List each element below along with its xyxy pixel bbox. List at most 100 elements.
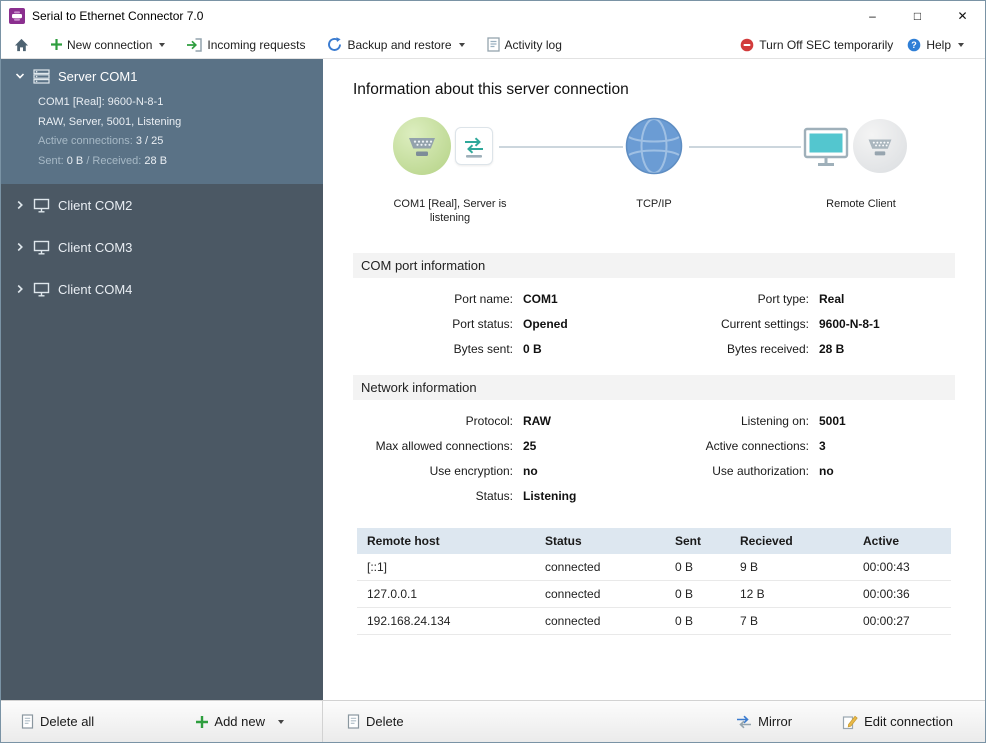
table-row[interactable]: 192.168.24.134 connected 0 B 7 B 00:00:2…: [357, 607, 951, 635]
help-button[interactable]: ? Help: [904, 35, 967, 55]
activity-log-button[interactable]: Activity log: [484, 34, 565, 55]
app-window: Serial to Ethernet Connector 7.0 – □ ✕ N…: [0, 0, 986, 743]
incoming-requests-label: Incoming requests: [207, 37, 306, 52]
page-title: Information about this server connection: [353, 81, 629, 98]
chevron-down-icon: [278, 719, 284, 724]
field-value: Opened: [523, 316, 568, 331]
connection-diagram: COM1 [Real], Server is listening TCP/IP …: [353, 109, 955, 239]
server-com1-details: COM1 [Real]: 9600-N-8-1 RAW, Server, 500…: [1, 93, 323, 171]
minimize-button[interactable]: –: [850, 1, 895, 31]
field-label: Port type:: [757, 291, 809, 306]
server-com1-header[interactable]: Server COM1: [1, 59, 323, 93]
server-icon: [33, 68, 50, 84]
server-detail-connections: Active connections: 3 / 25: [38, 135, 164, 147]
field-label: Status:: [475, 488, 513, 503]
help-label: Help: [926, 37, 951, 52]
server-detail-traffic: Sent: 0 B / Received: 28 B: [38, 154, 168, 167]
diagram-label-server: COM1 [Real], Server is listening: [393, 198, 507, 224]
plus-icon: [51, 39, 62, 50]
field-value: no: [819, 463, 834, 478]
add-new-label: Add new: [214, 714, 265, 729]
field-value: 9600-N-8-1: [819, 316, 880, 331]
cell-status: connected: [535, 580, 665, 608]
field-value: RAW: [523, 413, 551, 428]
diagram-label-client: Remote Client: [826, 198, 896, 210]
cell-remote-host: 127.0.0.1: [357, 580, 535, 608]
field-label: Protocol:: [465, 413, 513, 428]
sidebar-item-client-com2[interactable]: Client COM2: [1, 184, 323, 226]
delete-all-label: Delete all: [40, 714, 95, 729]
window-title: Serial to Ethernet Connector 7.0: [32, 9, 204, 23]
server-com1-label: Server COM1: [58, 68, 138, 84]
server-detail-mode: RAW, Server, 5001, Listening: [38, 115, 182, 128]
cell-sent: 0 B: [665, 554, 730, 581]
main-footer: Delete Mirror Edit connection: [323, 700, 985, 742]
table-row[interactable]: 127.0.0.1 connected 0 B 12 B 00:00:36: [357, 580, 951, 608]
chevron-right-icon: [15, 242, 25, 252]
field-label: Use authorization:: [712, 463, 809, 478]
delete-document-icon: [347, 714, 360, 729]
new-connection-label: New connection: [67, 37, 153, 52]
table-row[interactable]: [::1] connected 0 B 9 B 00:00:43: [357, 554, 951, 581]
sidebar-item-client-com4[interactable]: Client COM4: [1, 268, 323, 310]
incoming-requests-button[interactable]: Incoming requests: [184, 35, 308, 55]
app-body: Server COM1 COM1 [Real]: 9600-N-8-1 RAW,…: [1, 59, 985, 742]
remote-connections-table: Remote host Status Sent Recieved Active …: [357, 528, 951, 635]
chevron-right-icon: [15, 284, 25, 294]
mirror-button[interactable]: Mirror: [730, 710, 798, 734]
column-header-sent: Sent: [665, 528, 730, 554]
main-footer-right: Mirror Edit connection: [730, 710, 959, 734]
cell-sent: 0 B: [665, 580, 730, 608]
column-header-active: Active: [853, 528, 951, 554]
home-button[interactable]: [11, 35, 32, 55]
backup-restore-label: Backup and restore: [347, 37, 452, 52]
plus-icon: [196, 715, 209, 728]
delete-all-button[interactable]: Delete all: [15, 710, 100, 733]
main-panel: Information about this server connection: [323, 59, 985, 742]
close-button[interactable]: ✕: [940, 1, 985, 31]
edit-connection-button[interactable]: Edit connection: [836, 710, 959, 734]
delete-label: Delete: [366, 714, 404, 729]
cell-received: 9 B: [730, 554, 853, 581]
backup-restore-icon: [327, 37, 342, 52]
toolbar: New connection Incoming requests Backup …: [1, 31, 985, 59]
client-com4-label: Client COM4: [58, 281, 133, 297]
sidebar-item-server-com1[interactable]: Server COM1 COM1 [Real]: 9600-N-8-1 RAW,…: [1, 59, 323, 184]
backup-restore-button[interactable]: Backup and restore: [324, 34, 467, 55]
cell-active: 00:00:43: [853, 554, 951, 581]
com-port-section-header: COM port information: [353, 253, 955, 278]
field-label: Port status:: [452, 316, 513, 331]
field-label: Bytes received:: [726, 341, 809, 356]
new-connection-button[interactable]: New connection: [48, 35, 168, 55]
connections-sidebar: Server COM1 COM1 [Real]: 9600-N-8-1 RAW,…: [1, 59, 323, 742]
sidebar-footer: Delete all Add new: [1, 700, 323, 742]
serial-switch-icon: [455, 127, 493, 165]
svg-text:?: ?: [912, 40, 918, 50]
cell-active: 00:00:36: [853, 580, 951, 608]
cell-status: connected: [535, 554, 665, 581]
add-new-button[interactable]: Add new: [190, 710, 290, 733]
network-globe-icon: [625, 117, 683, 180]
network-fields: Protocol: RAW Listening on: 5001 Max all…: [353, 408, 955, 508]
sidebar-item-client-com3[interactable]: Client COM3: [1, 226, 323, 268]
mirror-icon: [736, 715, 752, 729]
field-value: 28 B: [819, 341, 845, 356]
cell-received: 7 B: [730, 607, 853, 635]
delete-button[interactable]: Delete: [341, 710, 410, 733]
home-icon: [14, 38, 29, 52]
turn-off-label: Turn Off SEC temporarily: [759, 37, 894, 52]
field-value: Listening: [523, 488, 577, 503]
link-serial-to-network: [499, 146, 623, 148]
field-value: Real: [819, 291, 845, 306]
monitor-icon: [33, 282, 50, 297]
cell-status: connected: [535, 607, 665, 635]
turn-off-sec-button[interactable]: Turn Off SEC temporarily: [737, 35, 896, 55]
toolbar-right: Turn Off SEC temporarily ? Help: [737, 35, 975, 55]
chevron-down-icon: [159, 42, 166, 47]
app-icon: [9, 8, 25, 24]
title-bar: Serial to Ethernet Connector 7.0 – □ ✕: [1, 1, 985, 31]
diagram-label-network: TCP/IP: [636, 198, 672, 210]
field-label: Use encryption:: [429, 463, 513, 478]
maximize-button[interactable]: □: [895, 1, 940, 31]
table-header-row: Remote host Status Sent Recieved Active: [357, 528, 951, 554]
